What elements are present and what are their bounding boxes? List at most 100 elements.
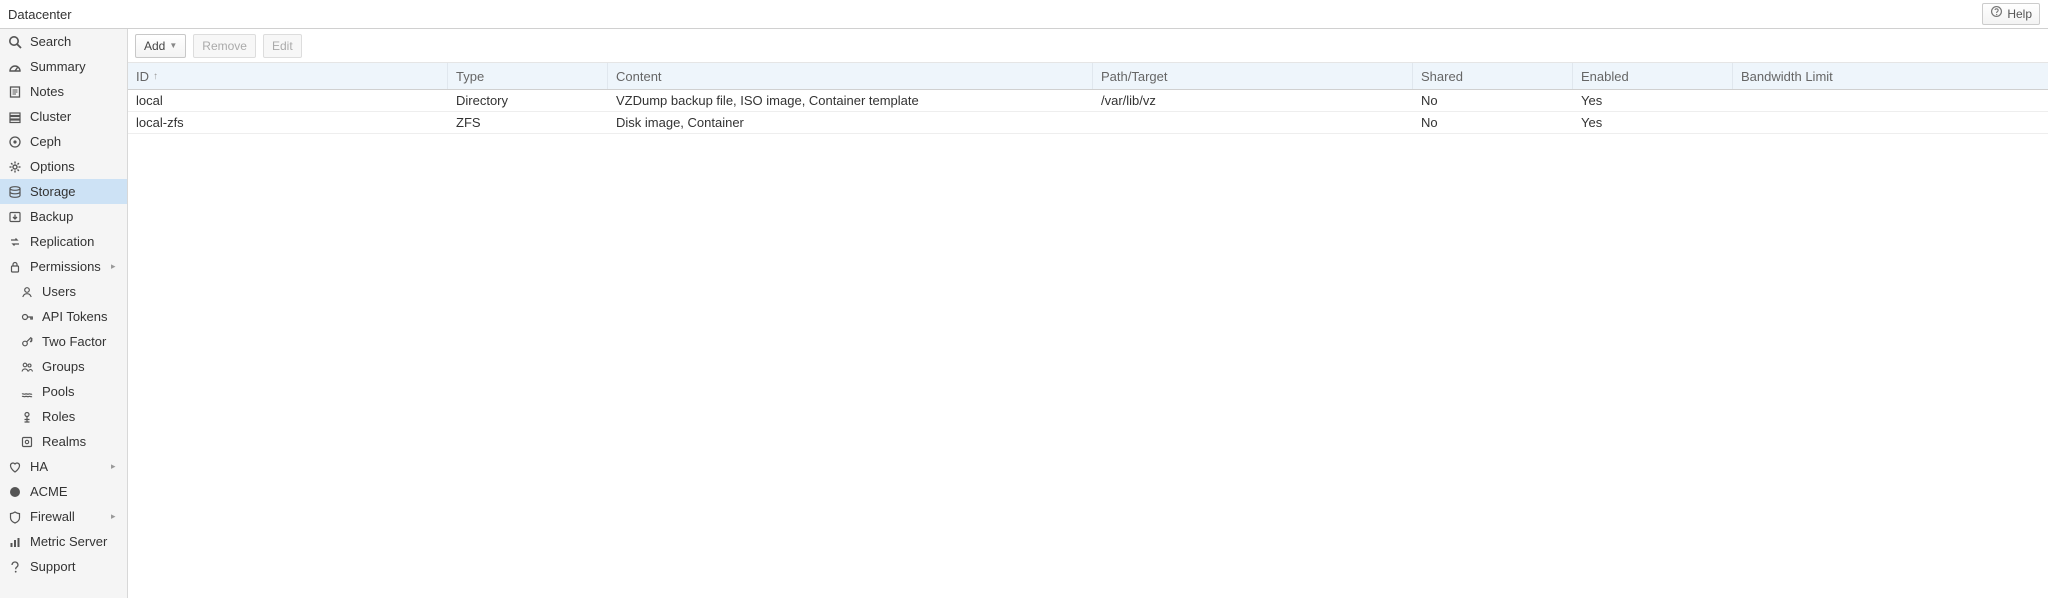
sidebar-item-label: Ceph [30, 134, 127, 149]
search-icon [8, 35, 22, 49]
sidebar-item-support[interactable]: Support [0, 554, 127, 579]
backup-icon [8, 210, 22, 224]
cluster-icon [8, 110, 22, 124]
cell-shared: No [1413, 115, 1573, 130]
sidebar-item-backup[interactable]: Backup [0, 204, 127, 229]
replication-icon [8, 235, 22, 249]
sidebar-item-label: Firewall [30, 509, 103, 524]
chevron-right-icon: ▸ [111, 261, 121, 272]
cell-type: ZFS [448, 115, 608, 130]
edit-label: Edit [272, 39, 293, 53]
sidebar-item-label: Backup [30, 209, 127, 224]
sidebar-item-label: Roles [42, 409, 127, 424]
sidebar-item-label: ACME [30, 484, 127, 499]
sidebar-item-label: API Tokens [42, 309, 127, 324]
sidebar: Search Summary Notes Cluster Ceph Options Stor… [0, 29, 128, 598]
sidebar-item-label: Summary [30, 59, 127, 74]
user-icon [20, 285, 34, 299]
sidebar-item-permissions[interactable]: Permissions ▸ [0, 254, 127, 279]
token-icon [20, 310, 34, 324]
help-button[interactable]: Help [1982, 3, 2040, 25]
chevron-right-icon: ▸ [111, 461, 121, 472]
remove-button[interactable]: Remove [193, 34, 256, 58]
ceph-icon [8, 135, 22, 149]
sidebar-item-label: Realms [42, 434, 127, 449]
edit-button[interactable]: Edit [263, 34, 302, 58]
sidebar-item-acme[interactable]: ACME [0, 479, 127, 504]
chevron-right-icon: ▸ [111, 511, 121, 522]
gear-icon [8, 160, 22, 174]
page-title: Datacenter [8, 0, 72, 28]
ha-icon [8, 460, 22, 474]
sidebar-item-metric[interactable]: Metric Server [0, 529, 127, 554]
grid-header: ID ↑ Type Content Path/Target Shared Ena… [128, 63, 2048, 90]
sidebar-item-pools[interactable]: Pools [0, 379, 127, 404]
sidebar-item-label: Users [42, 284, 127, 299]
sidebar-item-groups[interactable]: Groups [0, 354, 127, 379]
sidebar-item-label: Metric Server [30, 534, 127, 549]
chevron-down-icon: ▼ [169, 41, 177, 50]
cell-content: VZDump backup file, ISO image, Container… [608, 93, 1093, 108]
sidebar-item-options[interactable]: Options [0, 154, 127, 179]
cell-path: /var/lib/vz [1093, 93, 1413, 108]
sidebar-item-label: Support [30, 559, 127, 574]
sidebar-item-label: Permissions [30, 259, 103, 274]
pools-icon [20, 385, 34, 399]
sidebar-item-firewall[interactable]: Firewall ▸ [0, 504, 127, 529]
sidebar-item-label: Search [30, 34, 127, 49]
sidebar-item-search[interactable]: Search [0, 29, 127, 54]
col-shared[interactable]: Shared [1413, 63, 1573, 89]
col-type[interactable]: Type [448, 63, 608, 89]
col-content[interactable]: Content [608, 63, 1093, 89]
sidebar-item-cluster[interactable]: Cluster [0, 104, 127, 129]
sidebar-item-ha[interactable]: HA▸ [0, 454, 127, 479]
sidebar-item-ceph[interactable]: Ceph [0, 129, 127, 154]
cell-type: Directory [448, 93, 608, 108]
gauge-icon [8, 60, 22, 74]
main-panel: Add ▼ Remove Edit ID ↑ Type Content Path… [128, 29, 2048, 598]
add-button[interactable]: Add ▼ [135, 34, 186, 58]
cell-shared: No [1413, 93, 1573, 108]
sidebar-item-notes[interactable]: Notes [0, 79, 127, 104]
acme-icon [8, 485, 22, 499]
sort-asc-icon: ↑ [153, 71, 158, 82]
toolbar: Add ▼ Remove Edit [128, 29, 2048, 63]
col-enabled[interactable]: Enabled [1573, 63, 1733, 89]
role-icon [20, 410, 34, 424]
table-row[interactable]: local-zfsZFSDisk image, ContainerNoYes [128, 112, 2048, 134]
sidebar-item-roles[interactable]: Roles [0, 404, 127, 429]
sidebar-item-storage[interactable]: Storage [0, 179, 127, 204]
sidebar-item-apitokens[interactable]: API Tokens [0, 304, 127, 329]
table-row[interactable]: localDirectoryVZDump backup file, ISO im… [128, 90, 2048, 112]
firewall-icon [8, 510, 22, 524]
permissions-icon [8, 260, 22, 274]
col-bandwidth[interactable]: Bandwidth Limit [1733, 63, 2048, 89]
sidebar-item-label: Replication [30, 234, 127, 249]
storage-icon [8, 185, 22, 199]
help-label: Help [2007, 0, 2032, 29]
cell-enabled: Yes [1573, 115, 1733, 130]
grid-body: localDirectoryVZDump backup file, ISO im… [128, 90, 2048, 134]
col-path[interactable]: Path/Target [1093, 63, 1413, 89]
sidebar-item-realms[interactable]: Realms [0, 429, 127, 454]
metric-icon [8, 535, 22, 549]
sidebar-item-summary[interactable]: Summary [0, 54, 127, 79]
sidebar-item-label: Pools [42, 384, 127, 399]
realm-icon [20, 435, 34, 449]
header-bar: Datacenter Help [0, 0, 2048, 29]
sidebar-item-users[interactable]: Users [0, 279, 127, 304]
sidebar-item-label: Cluster [30, 109, 127, 124]
sidebar-item-label: Options [30, 159, 127, 174]
add-label: Add [144, 39, 165, 53]
cell-id: local-zfs [128, 115, 448, 130]
groups-icon [20, 360, 34, 374]
help-icon [1990, 0, 2003, 29]
col-id[interactable]: ID ↑ [128, 63, 448, 89]
sidebar-item-label: Notes [30, 84, 127, 99]
sidebar-item-replication[interactable]: Replication [0, 229, 127, 254]
sidebar-item-twofactor[interactable]: Two Factor [0, 329, 127, 354]
notes-icon [8, 85, 22, 99]
cell-enabled: Yes [1573, 93, 1733, 108]
sidebar-item-label: Groups [42, 359, 127, 374]
sidebar-item-label: Two Factor [42, 334, 127, 349]
